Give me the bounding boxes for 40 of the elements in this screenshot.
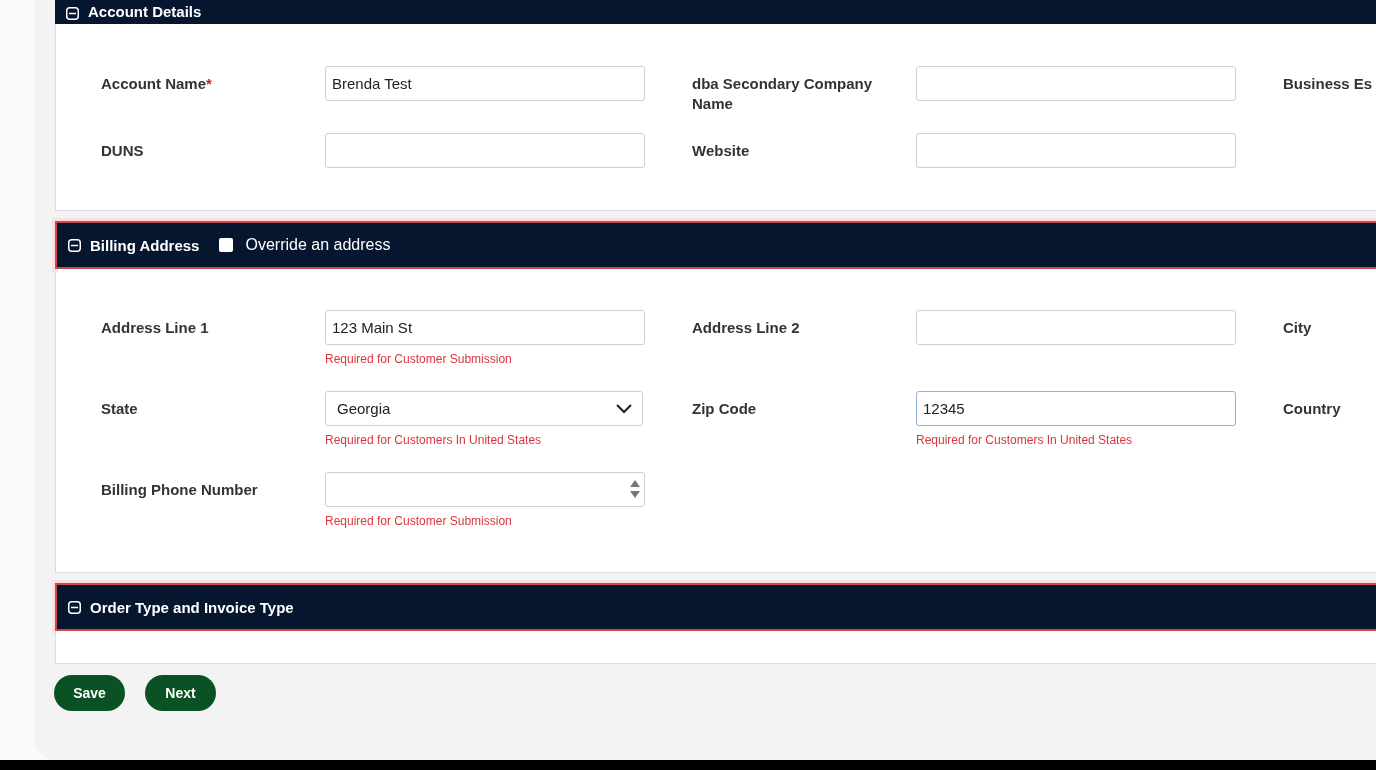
chevron-down-icon: [616, 403, 632, 414]
helper-text: Required for Customers In United States: [325, 433, 543, 447]
helper-text: Required for Customer Submission: [325, 352, 513, 366]
section-title: Account Details: [88, 3, 202, 20]
field-label: City: [1283, 318, 1313, 338]
helper-text: Required for Customers In United States: [916, 433, 1134, 447]
field-label: Account Name*: [101, 74, 213, 94]
spinner-arrows-icon[interactable]: [630, 479, 640, 499]
field-label: Billing Phone Number: [101, 480, 259, 500]
input-field[interactable]: [916, 66, 1236, 101]
section-title: Order Type and Invoice Type: [90, 598, 294, 616]
section-header[interactable]: Order Type and Invoice Type: [55, 583, 1376, 631]
state-dropdown[interactable]: Georgia: [325, 391, 643, 426]
field-label: State: [101, 399, 139, 419]
phone-field[interactable]: [325, 472, 645, 507]
next-button[interactable]: Next: [145, 675, 216, 711]
field-label: Business Es: [1283, 74, 1374, 94]
save-button[interactable]: Save: [54, 675, 125, 711]
field-label: dba Secondary Company Name: [692, 74, 874, 114]
field-label: Zip Code: [692, 399, 758, 419]
checkbox-label[interactable]: Override an address: [245, 236, 391, 254]
input-field[interactable]: 12345: [916, 391, 1236, 426]
field-label: Address Line 2: [692, 318, 801, 338]
section-title: Billing Address: [90, 236, 200, 254]
section-header[interactable]: Billing Address Override an address: [55, 221, 1376, 269]
section-header[interactable]: Account Details: [55, 0, 1376, 24]
field-label: Address Line 1: [101, 318, 210, 338]
field-label: Website: [692, 141, 751, 161]
input-field[interactable]: 123 Main St: [325, 310, 645, 345]
input-field[interactable]: [916, 133, 1236, 168]
collapse-icon[interactable]: [66, 7, 79, 20]
input-field[interactable]: [325, 133, 645, 168]
field-label: Country: [1283, 399, 1342, 419]
checkbox[interactable]: [219, 238, 234, 252]
input-field[interactable]: [916, 310, 1236, 345]
collapse-icon[interactable]: [68, 238, 81, 252]
input-field[interactable]: Brenda Test: [325, 66, 645, 101]
field-label: DUNS: [101, 141, 145, 161]
helper-text: Required for Customer Submission: [325, 514, 513, 528]
collapse-icon[interactable]: [68, 600, 81, 614]
